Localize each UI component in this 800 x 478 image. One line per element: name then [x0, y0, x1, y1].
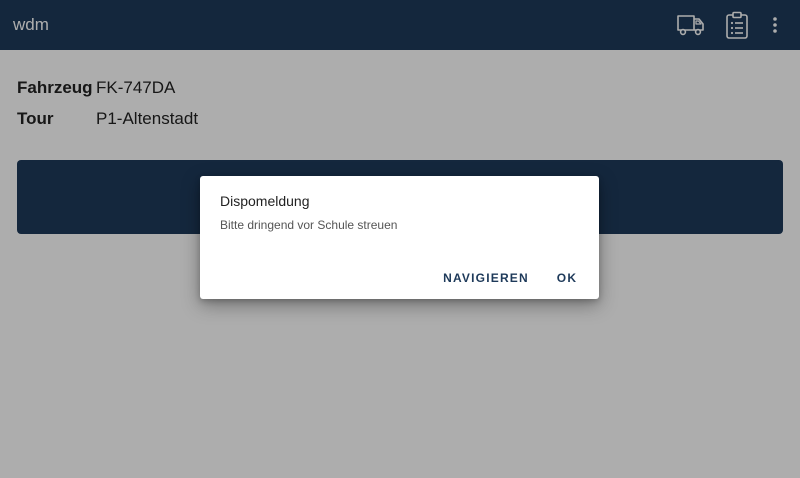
dispo-message-dialog: Dispomeldung Bitte dringend vor Schule s… — [200, 176, 599, 299]
navigate-button[interactable]: NAVIGIEREN — [436, 264, 536, 292]
app-screen: wdm Fahrzeug FK-747DA Tour P1-Altenstadt… — [0, 0, 800, 478]
ok-button[interactable]: OK — [550, 264, 584, 292]
dialog-message: Bitte dringend vor Schule streuen — [220, 218, 398, 232]
dialog-title: Dispomeldung — [220, 193, 310, 209]
